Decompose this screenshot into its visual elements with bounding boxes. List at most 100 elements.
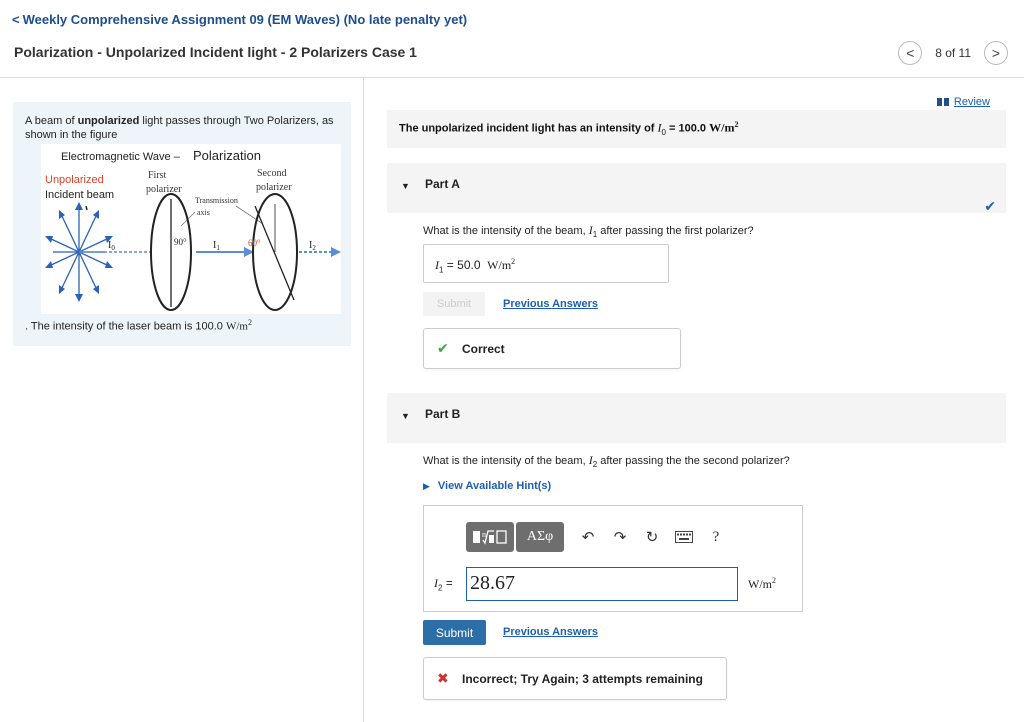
review-icon — [936, 98, 949, 106]
first-polarizer-label-2: polarizer — [146, 184, 182, 195]
figure-title-small: Electromagnetic Wave – — [61, 151, 181, 163]
tick-mark — [85, 205, 88, 211]
chevron-left-icon: < — [906, 45, 915, 61]
back-to-assignment-link[interactable]: < Weekly Comprehensive Assignment 09 (EM… — [12, 12, 467, 27]
part-b-feedback-text: Incorrect; Try Again; 3 attempts remaini… — [462, 672, 703, 686]
beam-arrow-2 — [331, 247, 341, 257]
svg-text:n: n — [482, 530, 486, 539]
collapse-triangle-icon: ▼ — [401, 181, 410, 191]
correct-check-icon: ✔ — [437, 340, 449, 356]
answer-editor: n AΣφ ↶ ↷ ↻ ? I2 = 28.67 W/m2 — [423, 505, 803, 612]
part-a-answer-value: 50.0 — [457, 258, 481, 272]
keyboard-icon[interactable] — [668, 522, 700, 552]
part-a-answer-box: I1 = 50.0 W/m2 — [423, 244, 669, 283]
intro-text-prefix: A beam of — [25, 115, 78, 127]
given-eq: = 100.0 — [665, 122, 710, 135]
top-bar: < Weekly Comprehensive Assignment 09 (EM… — [0, 0, 1024, 78]
keyboard-glyph — [675, 531, 693, 543]
intro-text: A beam of unpolarized light passes throu… — [25, 114, 345, 142]
part-a-answer-unit: W/m — [487, 258, 512, 272]
chevron-right-icon: > — [991, 45, 1001, 61]
problem-count: 8 of 11 — [935, 46, 971, 60]
incident-beam-label: Incident beam — [45, 189, 114, 201]
expand-triangle-icon: ▶ — [423, 480, 430, 491]
intensity-i0-label: I0 — [108, 240, 115, 252]
part-a-label: Part A — [425, 177, 460, 191]
angle-90-label: 90° — [174, 237, 187, 247]
part-b-answer-input[interactable]: 28.67 — [466, 567, 738, 601]
part-b-question-prefix: What is the intensity of the beam, — [423, 455, 589, 467]
view-hints-link[interactable]: ▶ View Available Hint(s) — [423, 480, 551, 492]
review-label: Review — [953, 96, 990, 108]
redo-icon[interactable]: ↷ — [604, 522, 636, 552]
first-polarizer-label-1: First — [148, 170, 167, 181]
part-b-question: What is the intensity of the beam, I2 af… — [423, 453, 790, 469]
chevron-left-icon: < — [12, 12, 20, 27]
math-toolbar: n AΣφ ↶ ↷ ↻ ? — [466, 520, 732, 554]
part-b-answer-value: 28.67 — [470, 572, 515, 594]
previous-problem-button[interactable]: < — [898, 41, 923, 65]
given-unit: W/m — [709, 120, 735, 135]
incorrect-x-icon: ✖ — [437, 670, 449, 686]
part-a-previous-answers-link[interactable]: Previous Answers — [503, 298, 598, 310]
part-a-question-prefix: What is the intensity of the beam, — [423, 225, 589, 237]
help-button[interactable]: ? — [700, 522, 732, 552]
part-b-eq-equals: = — [442, 576, 453, 590]
given-unit-exp: 2 — [734, 120, 739, 129]
given-statement: The unpolarized incident light has an in… — [387, 110, 1006, 148]
next-problem-button[interactable]: > — [984, 41, 1008, 65]
part-b-unit: W/m2 — [748, 576, 776, 592]
transmission-axis-label-2: axis — [197, 208, 210, 217]
part-a-header[interactable]: ▼ Part A — [387, 163, 1006, 213]
part-b-unit-exp: 2 — [772, 576, 776, 585]
part-a-question: What is the intensity of the beam, I1 af… — [423, 223, 754, 239]
second-polarizer-label-2: polarizer — [256, 182, 292, 193]
assignment-title: Weekly Comprehensive Assignment 09 (EM W… — [22, 12, 468, 27]
given-prefix: The unpolarized incident light has an in… — [399, 122, 658, 135]
given-text: The unpolarized incident light has an in… — [399, 120, 738, 137]
second-polarizer-label-1: Second — [257, 168, 286, 179]
intensity-note-text: . The intensity of the laser beam is 100… — [25, 320, 226, 333]
intro-text-bold: unpolarized — [77, 115, 140, 127]
intensity-note: . The intensity of the laser beam is 100… — [25, 318, 252, 333]
intensity-note-unit: W/m — [225, 320, 248, 333]
pager: < 8 of 11 > — [898, 41, 1008, 65]
problem-intro-panel: A beam of unpolarized light passes throu… — [13, 102, 351, 346]
second-polarizer-axis — [254, 205, 295, 301]
greek-symbols-button[interactable]: AΣφ — [516, 522, 564, 552]
intensity-i1-label: I1 — [213, 240, 220, 252]
part-a-complete-check-icon: ✔ — [984, 198, 996, 214]
part-b-question-suffix: after passing the the second polarizer? — [597, 455, 790, 467]
part-b-label: Part B — [425, 407, 461, 421]
unpolarized-label: Unpolarized — [45, 174, 104, 186]
part-b-feedback: ✖ Incorrect; Try Again; 3 attempts remai… — [423, 657, 727, 700]
figure-title-big: Polarization — [193, 148, 261, 163]
intensity-i2-label: I2 — [309, 240, 316, 252]
part-b-header[interactable]: ▼ Part B — [387, 393, 1006, 443]
review-link[interactable]: Review — [936, 96, 990, 108]
templates-button[interactable]: n — [466, 522, 514, 552]
collapse-triangle-icon: ▼ — [401, 411, 410, 421]
view-hints-label: View Available Hint(s) — [437, 480, 552, 492]
reset-icon[interactable]: ↻ — [636, 522, 668, 552]
part-a-submit-button[interactable]: Submit — [423, 292, 485, 316]
intensity-note-exp: 2 — [247, 318, 252, 327]
part-a-feedback-text: Correct — [462, 342, 505, 356]
angle-60-label: 60° — [248, 238, 261, 248]
part-a-answer-eq: = — [443, 258, 458, 272]
column-divider — [363, 78, 364, 722]
part-b-unit-text: W/m — [748, 577, 772, 591]
undo-icon[interactable]: ↶ — [572, 522, 604, 552]
part-a-answer-unit-exp: 2 — [511, 257, 516, 266]
transmission-axis-label-1: Transmission — [195, 196, 238, 205]
part-a-question-suffix: after passing the first polarizer? — [597, 225, 754, 237]
part-b-previous-answers-link[interactable]: Previous Answers — [503, 626, 598, 638]
part-a-answer: I1 = 50.0 W/m2 — [435, 257, 515, 274]
polarizer-diagram: Electromagnetic Wave – Polarization Unpo… — [45, 148, 341, 311]
polarizer-figure: Electromagnetic Wave – Polarization Unpo… — [41, 144, 341, 314]
problem-title: Polarization - Unpolarized Incident ligh… — [14, 44, 417, 60]
templates-icon: n — [473, 530, 507, 545]
part-a-feedback: ✔ Correct — [423, 328, 681, 369]
part-b-equation-label: I2 = — [434, 576, 453, 592]
part-b-submit-button[interactable]: Submit — [423, 620, 486, 645]
